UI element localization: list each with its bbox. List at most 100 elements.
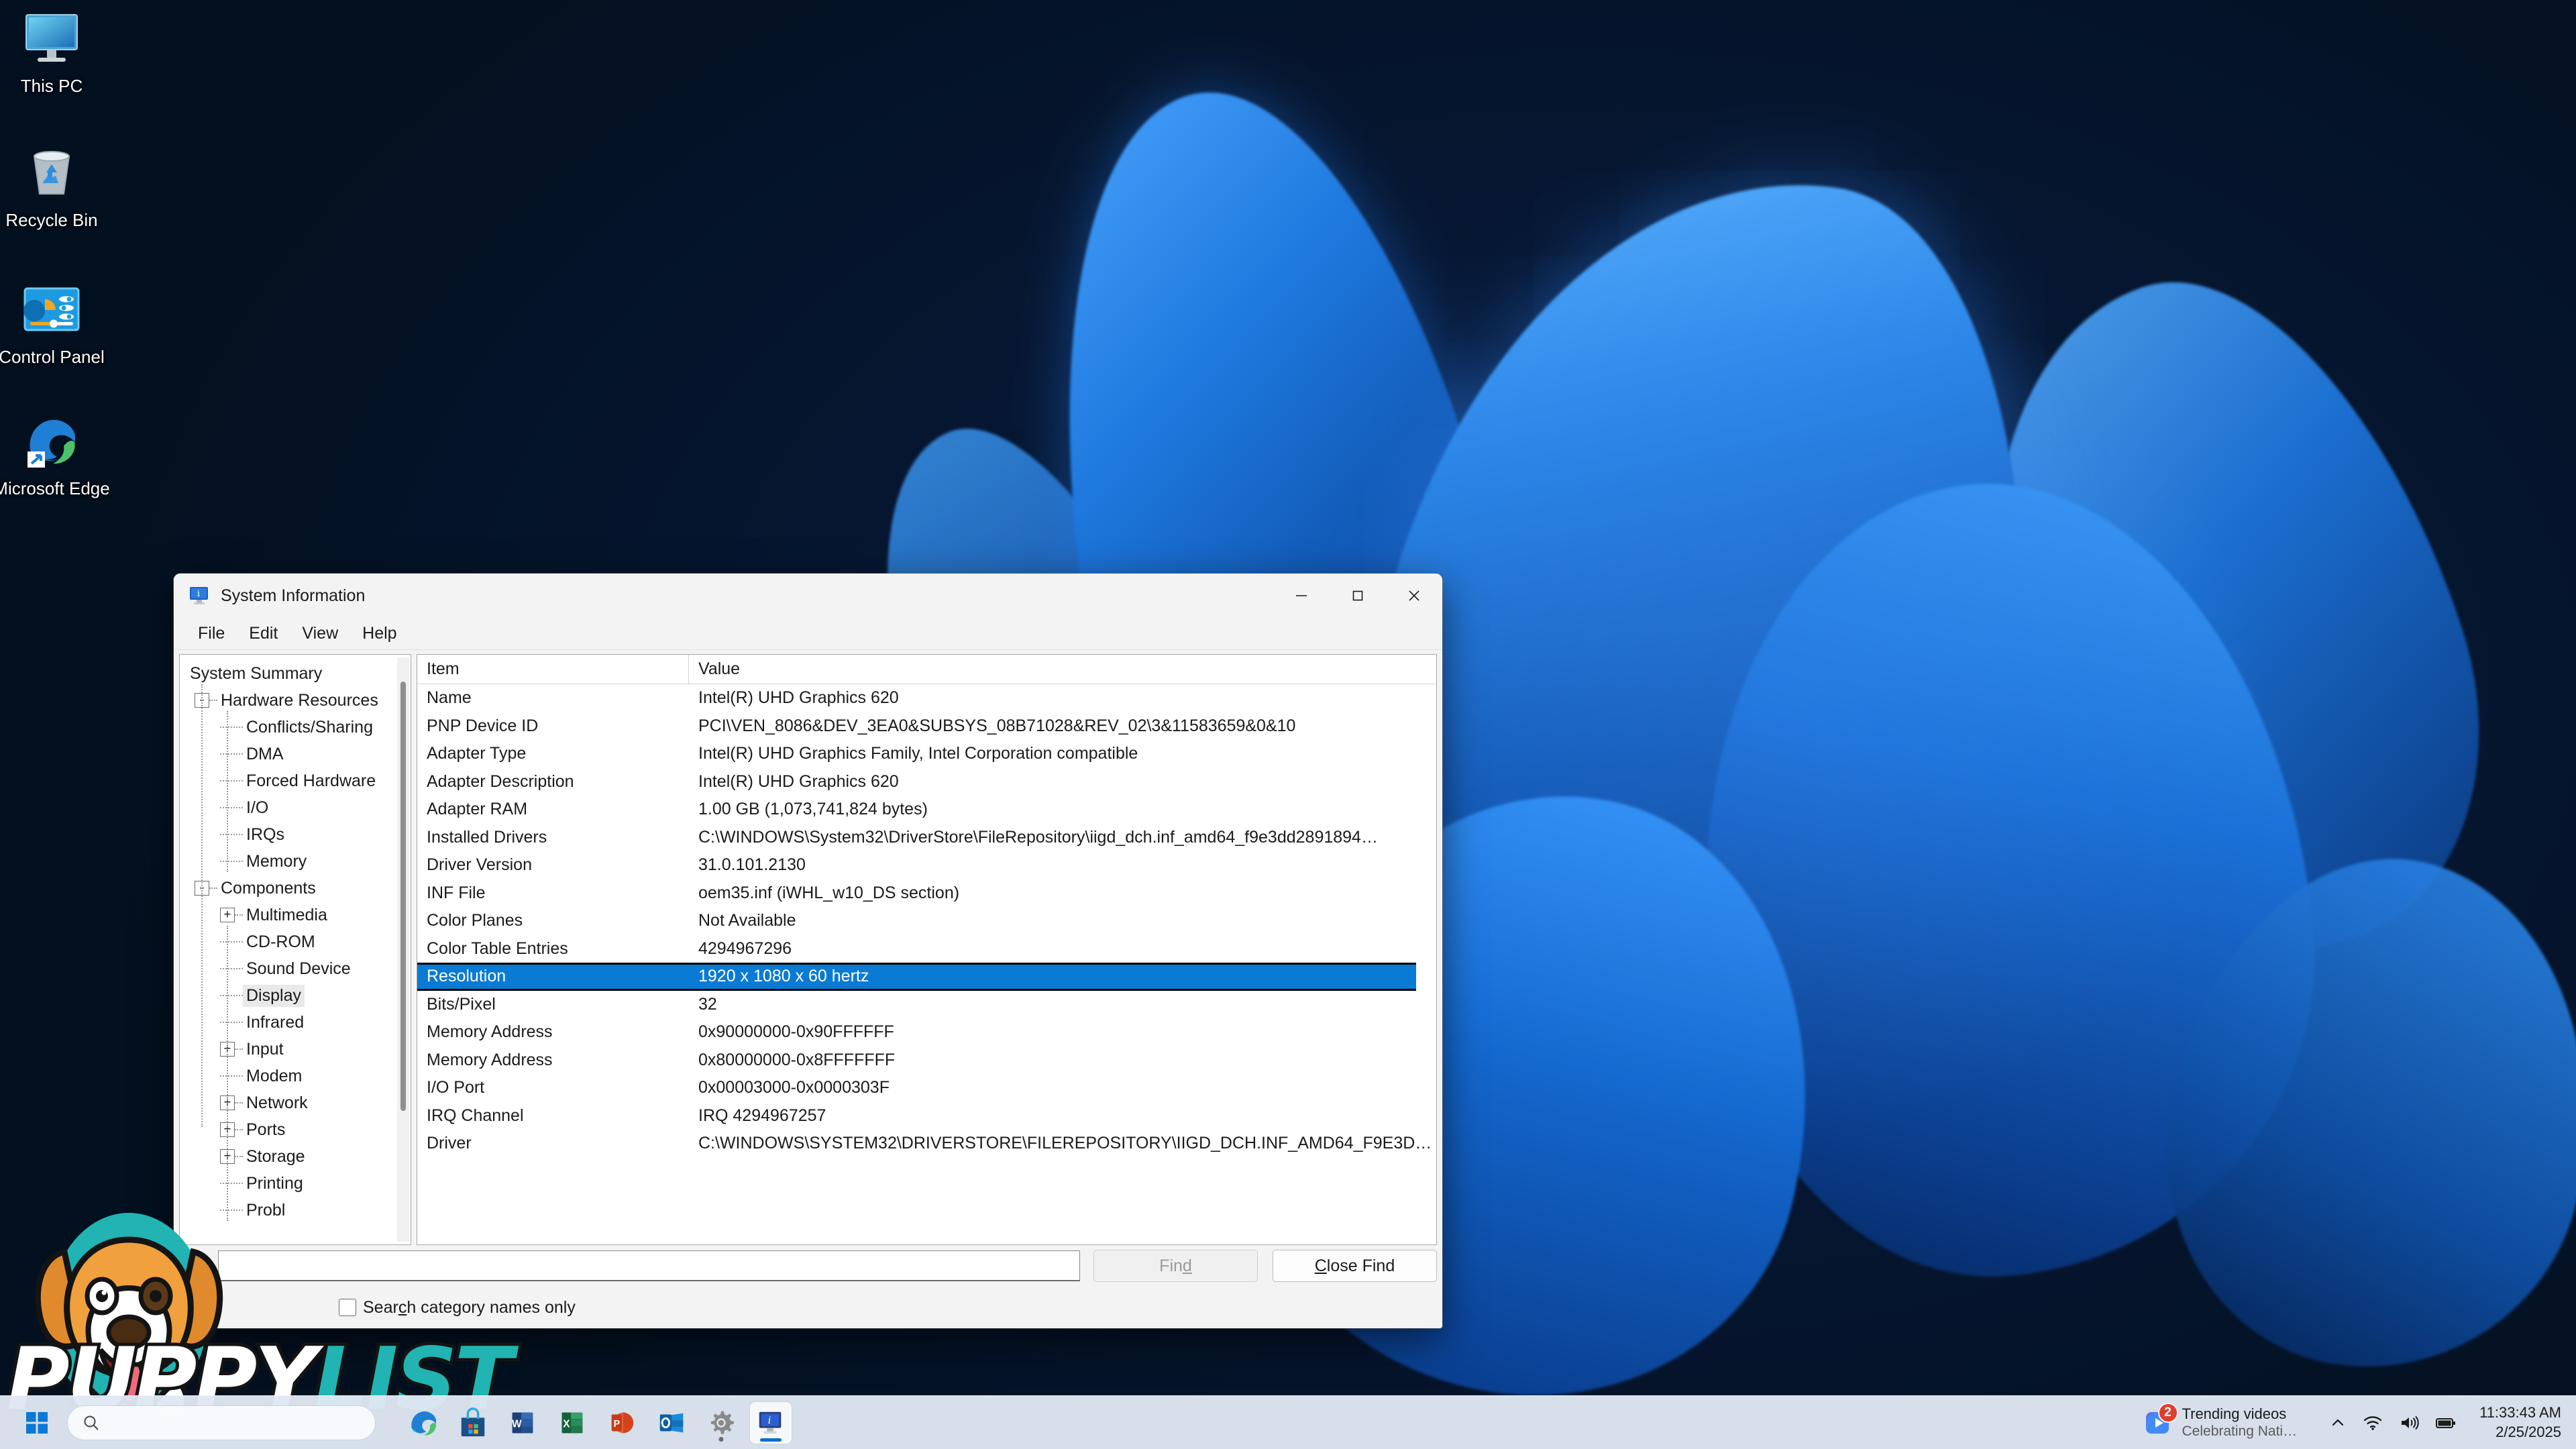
menu-view[interactable]: View (290, 620, 350, 647)
find-secondary-checkbox[interactable] (179, 1299, 197, 1316)
column-header-value[interactable]: Value (689, 655, 1436, 684)
taskbar-app-store[interactable] (452, 1402, 494, 1444)
desktop-icon-recycle-bin[interactable]: Recycle Bin (0, 140, 115, 231)
tree-item-network[interactable]: + Network (180, 1089, 411, 1116)
svg-text:i: i (768, 1415, 771, 1426)
tree-item-forced-hardware[interactable]: Forced Hardware (180, 767, 411, 794)
table-row[interactable]: Color Table Entries 4294967296 (417, 935, 1436, 963)
table-row[interactable]: Name Intel(R) UHD Graphics 620 (417, 684, 1436, 712)
tree-item-ports[interactable]: + Ports (180, 1116, 411, 1143)
table-row[interactable]: Adapter RAM 1.00 GB (1,073,741,824 bytes) (417, 796, 1436, 824)
widget-subtitle: Celebrating Nati… (2182, 1424, 2298, 1440)
tree-item-conflicts-sharing[interactable]: Conflicts/Sharing (180, 714, 411, 741)
cell-item: Installed Drivers (427, 827, 547, 847)
taskbar-app-excel[interactable]: X (551, 1402, 593, 1444)
tree-item-sound-device[interactable]: Sound Device (180, 955, 411, 982)
table-row[interactable]: PNP Device ID PCI\VEN_8086&DEV_3EA0&SUBSY… (417, 712, 1436, 741)
cell-item: Color Table Entries (427, 938, 568, 958)
tree-item-label: Conflicts/Sharing (246, 717, 373, 737)
tree-scrollbar[interactable] (397, 657, 409, 1242)
tree-item-hardware-resources[interactable]: - Hardware Resources (180, 687, 411, 714)
table-row[interactable]: Memory Address 0x90000000-0x90FFFFFF (417, 1018, 1436, 1046)
menu-file[interactable]: File (186, 620, 237, 647)
table-row[interactable]: Memory Address 0x80000000-0x8FFFFFFF (417, 1046, 1436, 1075)
notification-badge: 2 (2157, 1402, 2178, 1423)
navigation-tree[interactable]: System Summary - Hardware Resources Conflic… (179, 654, 411, 1245)
tree-item-system-summary[interactable]: System Summary (180, 660, 411, 687)
taskbar-app-settings[interactable] (700, 1402, 742, 1444)
maximize-button[interactable] (1330, 574, 1386, 618)
menu-edit[interactable]: Edit (237, 620, 290, 647)
taskbar-app-outlook[interactable] (651, 1402, 692, 1444)
tree-connector (235, 1102, 243, 1104)
clock[interactable]: 11:33:43 AM 2/25/2025 (2479, 1403, 2561, 1442)
tree-item-modem[interactable]: Modem (180, 1063, 411, 1089)
tree-item-printing[interactable]: Printing (180, 1170, 411, 1197)
battery-icon[interactable] (2435, 1414, 2457, 1432)
start-button[interactable] (17, 1403, 56, 1442)
taskbar-app-powerpoint[interactable]: P (601, 1402, 643, 1444)
taskbar-app-system-information[interactable]: i (750, 1401, 792, 1444)
tree-item-i-o[interactable]: I/O (180, 794, 411, 821)
taskbar-search-box[interactable] (67, 1405, 376, 1440)
tree-item-label: DMA (246, 744, 284, 763)
taskbar-app-word[interactable]: W (502, 1402, 543, 1444)
find-secondary-checkbox-wrap (179, 1299, 218, 1316)
close-button[interactable] (1386, 574, 1442, 618)
tree-item-label: Printing (246, 1173, 303, 1193)
close-find-button[interactable]: Close Find (1273, 1250, 1437, 1282)
desktop-icon-edge[interactable]: Microsoft Edge (0, 408, 115, 500)
tree-item-multimedia[interactable]: + Multimedia (180, 902, 411, 928)
tree-item-dma[interactable]: DMA (180, 741, 411, 767)
tree-item-components[interactable]: - Components (180, 875, 411, 902)
find-options-row: Search category names only (179, 1287, 1437, 1328)
tree-connector (220, 995, 243, 996)
svg-text:X: X (563, 1418, 570, 1430)
system-information-icon: i (759, 1411, 782, 1434)
tree-item-label: Memory (246, 851, 307, 871)
widgets-button[interactable]: 2 Trending videos Celebrating Nati… (2134, 1401, 2307, 1445)
details-list[interactable]: Item Value Name Intel(R) UHD Graphics 620… (417, 654, 1437, 1245)
tree-item-irqs[interactable]: IRQs (180, 821, 411, 848)
tree-item-storage[interactable]: + Storage (180, 1143, 411, 1170)
cell-item: Resolution (427, 967, 506, 986)
table-row[interactable]: Adapter Type Intel(R) UHD Graphics Family… (417, 740, 1436, 768)
desktop-icon-this-pc[interactable]: This PC (0, 5, 115, 97)
table-row[interactable]: Bits/Pixel 32 (417, 991, 1436, 1019)
table-row[interactable]: Color Planes Not Available (417, 907, 1436, 935)
tree-item-probl[interactable]: Probl (180, 1197, 411, 1224)
minimize-button[interactable] (1273, 574, 1330, 618)
tree-item-input[interactable]: + Input (180, 1036, 411, 1063)
tree-scrollbar-thumb[interactable] (400, 682, 406, 1111)
window-titlebar[interactable]: i System Information (174, 574, 1442, 618)
table-row[interactable]: IRQ Channel IRQ 4294967257 (417, 1102, 1436, 1130)
menu-help[interactable]: Help (350, 620, 409, 647)
find-input[interactable] (218, 1250, 1080, 1281)
table-row[interactable]: Driver Version 31.0.101.2130 (417, 851, 1436, 879)
search-category-option[interactable]: Search category names only (339, 1298, 576, 1318)
tree-item-infrared[interactable]: Infrared (180, 1009, 411, 1036)
table-row[interactable]: I/O Port 0x00003000-0x0000303F (417, 1074, 1436, 1102)
table-row[interactable]: Installed Drivers C:\WINDOWS\System32\Dri… (417, 824, 1436, 852)
tree-item-label: System Summary (190, 663, 323, 683)
taskbar-app-edge[interactable] (402, 1402, 444, 1444)
table-row[interactable]: Resolution 1920 x 1080 x 60 hertz (417, 963, 1416, 991)
table-row[interactable]: Driver C:\WINDOWS\SYSTEM32\DRIVERSTORE\FI… (417, 1130, 1436, 1158)
chevron-up-icon[interactable] (2329, 1414, 2347, 1432)
table-row[interactable]: INF File oem35.inf (iWHL_w10_DS section) (417, 879, 1436, 908)
cell-value: 0x00003000-0x0000303F (698, 1078, 890, 1097)
table-row[interactable]: Adapter Description Intel(R) UHD Graphics… (417, 768, 1436, 796)
tree-item-cd-rom[interactable]: CD-ROM (180, 928, 411, 955)
tree-connector (220, 834, 243, 835)
tree-item-display[interactable]: Display (180, 982, 411, 1009)
wifi-icon[interactable] (2363, 1414, 2383, 1432)
speaker-icon[interactable] (2399, 1414, 2419, 1432)
tree-item-memory[interactable]: Memory (180, 848, 411, 875)
search-category-checkbox[interactable] (339, 1299, 356, 1316)
desktop-icon-control-panel[interactable]: Control Panel (0, 276, 115, 368)
expand-icon[interactable]: + (220, 908, 235, 922)
cell-value: Intel(R) UHD Graphics Family, Intel Corp… (698, 744, 1138, 763)
cell-value: Not Available (698, 911, 796, 930)
column-header-item[interactable]: Item (417, 655, 689, 684)
find-button[interactable]: Fin d (1093, 1250, 1258, 1282)
